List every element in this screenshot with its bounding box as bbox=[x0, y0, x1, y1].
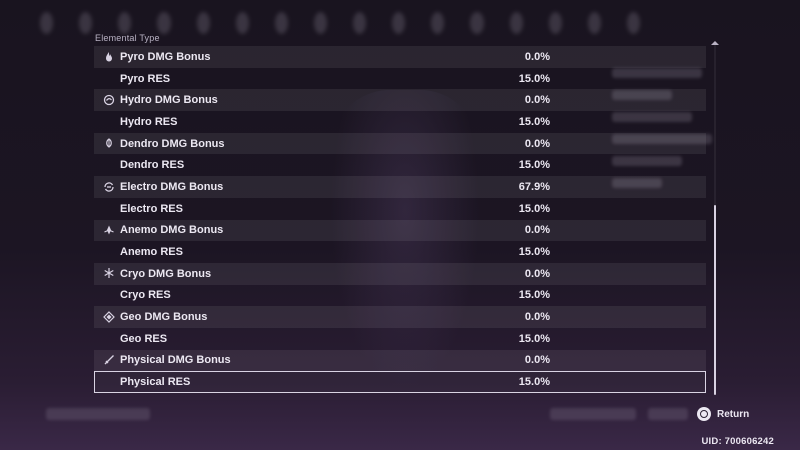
stat-row[interactable]: Anemo DMG Bonus 0.0% bbox=[94, 219, 706, 242]
uid-label: UID: 700606242 bbox=[701, 436, 774, 447]
stat-value: 0.0% bbox=[524, 137, 550, 150]
background-blurred-hint bbox=[46, 408, 150, 420]
stat-label: Physical RES bbox=[120, 376, 191, 389]
stat-row[interactable]: Geo RES 15.0% bbox=[94, 328, 706, 350]
stat-label: Geo RES bbox=[120, 332, 168, 345]
stat-label: Electro RES bbox=[120, 202, 183, 215]
scroll-up-icon[interactable] bbox=[711, 41, 719, 45]
stat-value: 67.9% bbox=[518, 180, 550, 193]
stat-label: Hydro DMG Bonus bbox=[120, 94, 218, 107]
stat-value: 15.0% bbox=[518, 202, 550, 215]
return-button[interactable]: Return bbox=[697, 407, 749, 421]
stat-value: 15.0% bbox=[518, 376, 550, 389]
stat-value: 0.0% bbox=[524, 224, 550, 237]
stat-label: Dendro RES bbox=[120, 159, 185, 172]
section-title: Elemental Type bbox=[95, 33, 160, 43]
stat-value: 15.0% bbox=[518, 332, 550, 345]
stat-row[interactable]: Electro RES 15.0% bbox=[94, 198, 706, 220]
stat-row[interactable]: Pyro RES 15.0% bbox=[94, 68, 706, 90]
stat-label: Dendro DMG Bonus bbox=[120, 137, 225, 150]
pyro-icon bbox=[102, 50, 115, 63]
stat-label: Physical DMG Bonus bbox=[120, 354, 231, 367]
stat-row[interactable]: Pyro DMG Bonus 0.0% bbox=[94, 46, 706, 68]
stat-row[interactable]: Hydro RES 15.0% bbox=[94, 111, 706, 133]
stats-list[interactable]: Pyro DMG Bonus 0.0% Pyro RES 15.0% Hydro DMG… bbox=[94, 46, 706, 393]
physical-icon bbox=[102, 354, 115, 367]
scrollbar-thumb[interactable] bbox=[714, 205, 716, 395]
stat-label: Geo DMG Bonus bbox=[120, 311, 208, 324]
stat-row[interactable]: Geo DMG Bonus 0.0% bbox=[94, 306, 706, 328]
stat-label: Hydro RES bbox=[120, 115, 178, 128]
stat-value: 0.0% bbox=[524, 354, 550, 367]
cryo-icon bbox=[102, 267, 115, 280]
stat-row[interactable]: Dendro DMG Bonus 0.0% bbox=[94, 132, 706, 155]
stat-row[interactable]: Electro DMG Bonus 67.9% bbox=[94, 176, 706, 198]
stat-row[interactable]: Hydro DMG Bonus 0.0% bbox=[94, 89, 706, 112]
return-label: Return bbox=[717, 408, 750, 420]
stat-row[interactable]: Physical RES 15.0% bbox=[94, 371, 706, 393]
controller-circle-button-icon bbox=[697, 407, 711, 421]
stat-value: 0.0% bbox=[524, 94, 550, 107]
stat-value: 15.0% bbox=[518, 246, 550, 259]
electro-icon bbox=[102, 180, 115, 193]
geo-icon bbox=[102, 310, 115, 323]
stat-value: 15.0% bbox=[518, 159, 550, 172]
stat-label: Cryo DMG Bonus bbox=[120, 267, 212, 280]
stat-row[interactable]: Anemo RES 15.0% bbox=[94, 241, 706, 263]
stat-label: Anemo DMG Bonus bbox=[120, 224, 224, 237]
stat-label: Pyro DMG Bonus bbox=[120, 50, 211, 63]
elemental-stats-panel: Elemental Type Pyro DMG Bonus 0.0% Pyro RE… bbox=[94, 30, 706, 396]
background-blurred-hint bbox=[550, 408, 636, 420]
stat-label: Pyro RES bbox=[120, 72, 171, 85]
stat-value: 0.0% bbox=[524, 311, 550, 324]
anemo-icon bbox=[102, 224, 115, 237]
hydro-icon bbox=[102, 93, 115, 106]
stat-label: Anemo RES bbox=[120, 246, 183, 259]
stat-label: Cryo RES bbox=[120, 289, 171, 302]
stat-value: 15.0% bbox=[518, 289, 550, 302]
stat-value: 0.0% bbox=[524, 267, 550, 280]
background-blurred-hint bbox=[648, 408, 688, 420]
stat-row[interactable]: Cryo DMG Bonus 0.0% bbox=[94, 262, 706, 285]
stat-row[interactable]: Physical DMG Bonus 0.0% bbox=[94, 349, 706, 372]
stat-row[interactable]: Cryo RES 15.0% bbox=[94, 285, 706, 307]
dendro-icon bbox=[102, 137, 115, 150]
stat-value: 0.0% bbox=[524, 50, 550, 63]
stat-label: Electro DMG Bonus bbox=[120, 180, 224, 193]
stat-value: 15.0% bbox=[518, 72, 550, 85]
stat-row[interactable]: Dendro RES 15.0% bbox=[94, 154, 706, 176]
stat-value: 15.0% bbox=[518, 115, 550, 128]
